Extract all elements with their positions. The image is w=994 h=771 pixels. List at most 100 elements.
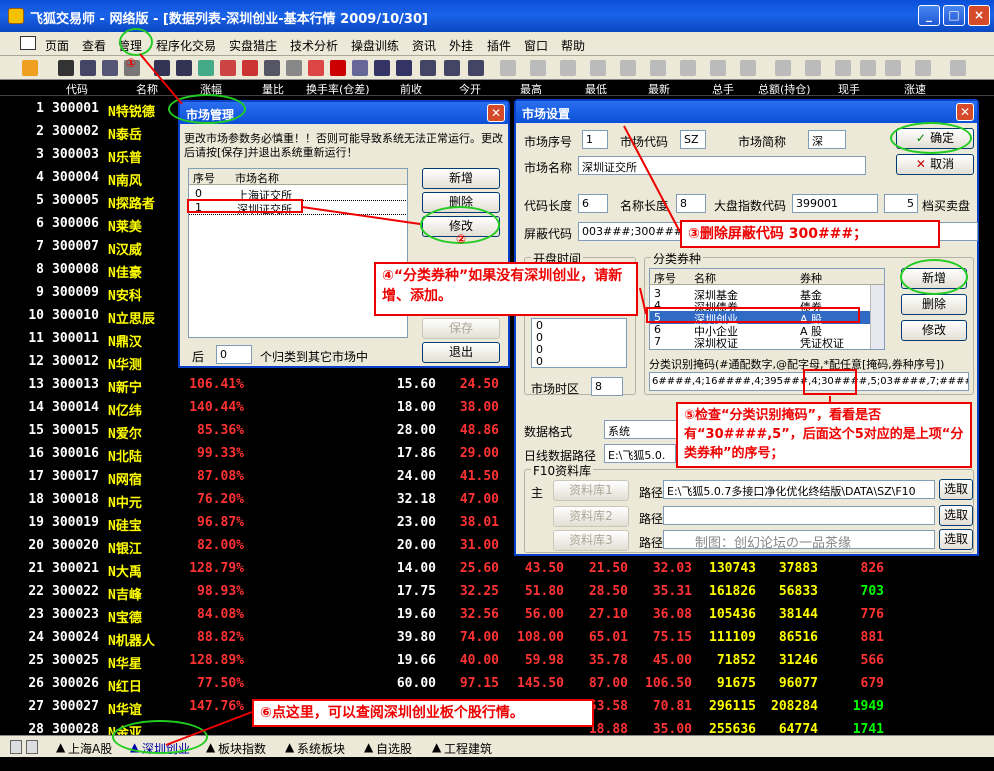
crosshair-icon[interactable] bbox=[102, 60, 118, 76]
market-management-close-button[interactable]: ✕ bbox=[487, 104, 505, 122]
fib-icon[interactable] bbox=[650, 60, 666, 76]
category-scrollbar[interactable] bbox=[870, 285, 884, 349]
tab-system-sector[interactable]: 系统板块 bbox=[297, 740, 345, 757]
menu-training[interactable]: 操盘训练 bbox=[351, 37, 399, 54]
hdr-cur-vol[interactable]: 现手 bbox=[838, 81, 860, 97]
exit-market-button[interactable]: 退出 bbox=[422, 342, 500, 363]
select-arrow-icon[interactable] bbox=[500, 60, 516, 76]
bell-icon[interactable] bbox=[330, 60, 346, 76]
hdr-vol-ratio[interactable]: 量比 bbox=[262, 81, 284, 97]
close-button[interactable]: × bbox=[968, 5, 990, 26]
library1-browse-button[interactable]: 选取 bbox=[939, 479, 973, 500]
rsi-icon[interactable] bbox=[58, 60, 74, 76]
undo-icon[interactable] bbox=[950, 60, 966, 76]
index-code-input[interactable]: 399001 bbox=[792, 194, 878, 213]
market-code-input[interactable]: SZ bbox=[680, 130, 706, 149]
hdr-speed[interactable]: 涨速 bbox=[904, 81, 926, 97]
layout2-icon[interactable] bbox=[396, 60, 412, 76]
save-icon[interactable] bbox=[915, 60, 931, 76]
menu-plugin-ext[interactable]: 外挂 bbox=[449, 37, 473, 54]
market-list-col-name[interactable]: 市场名称 bbox=[235, 170, 279, 186]
library1-button[interactable]: 资料库1 bbox=[553, 480, 629, 501]
hdr-total-vol[interactable]: 总手 bbox=[712, 81, 734, 97]
library3-browse-button[interactable]: 选取 bbox=[939, 529, 973, 550]
pen-icon[interactable] bbox=[352, 60, 368, 76]
minimize-button[interactable]: _ bbox=[918, 5, 940, 26]
category-col-name[interactable]: 名称 bbox=[694, 270, 716, 286]
open-icon[interactable] bbox=[22, 60, 38, 76]
menu-page[interactable]: 页面 bbox=[45, 37, 69, 54]
binoculars-icon[interactable] bbox=[154, 60, 170, 76]
delete-category-button[interactable]: 删除 bbox=[901, 294, 967, 315]
tag-icon[interactable] bbox=[860, 60, 876, 76]
library1-path-input[interactable]: E:\飞狐5.0.7多接口净化优化终结版\DATA\SZ\F10 bbox=[663, 480, 935, 499]
tab-watchlist[interactable]: 自选股 bbox=[376, 740, 412, 757]
maximize-button[interactable]: □ bbox=[943, 5, 965, 26]
table-row[interactable]: 22 300022 N吉峰 98.93% 17.75 32.25 51.80 28.50 35.… bbox=[0, 581, 994, 604]
hdr-high[interactable]: 最高 bbox=[520, 81, 542, 97]
library2-path-input[interactable] bbox=[663, 506, 935, 525]
rect-icon[interactable] bbox=[710, 60, 726, 76]
table-row[interactable]: 23 300023 N宝德 84.08% 19.60 32.56 56.00 27.10 36.… bbox=[0, 604, 994, 627]
add-market-button[interactable]: 新增 bbox=[422, 168, 500, 189]
scroll-right-icon[interactable] bbox=[26, 740, 38, 754]
menu-tech-analysis[interactable]: 技术分析 bbox=[290, 37, 338, 54]
market-settings-close-button[interactable]: ✕ bbox=[956, 103, 974, 121]
market-abbr-input[interactable]: 深 bbox=[808, 130, 846, 149]
table-row[interactable]: 24 300024 N机器人 88.82% 39.80 74.00 108.00 65.01 7… bbox=[0, 627, 994, 650]
table-row[interactable]: 26 300026 N红日 77.50% 60.00 97.15 145.50 87.00 10… bbox=[0, 673, 994, 696]
chart-icon[interactable] bbox=[198, 60, 214, 76]
hdr-name[interactable]: 名称 bbox=[136, 81, 158, 97]
filter-icon[interactable] bbox=[286, 60, 302, 76]
table-row[interactable]: 25 300025 N华星 128.89% 19.66 40.00 59.98 35.78 45… bbox=[0, 650, 994, 673]
dots-icon[interactable] bbox=[885, 60, 901, 76]
eraser-icon[interactable] bbox=[835, 60, 851, 76]
menu-help[interactable]: 帮助 bbox=[561, 37, 585, 54]
menu-news[interactable]: 资讯 bbox=[412, 37, 436, 54]
category-col-type[interactable]: 券种 bbox=[800, 270, 822, 286]
library2-browse-button[interactable]: 选取 bbox=[939, 505, 973, 526]
doc-icon[interactable] bbox=[20, 36, 36, 50]
hdr-open[interactable]: 今开 bbox=[459, 81, 481, 97]
menu-real-hunt[interactable]: 实盘猎庄 bbox=[229, 37, 277, 54]
list-item[interactable]: 7 深圳权证 凭证权证 bbox=[650, 335, 884, 349]
report-icon[interactable] bbox=[220, 60, 236, 76]
arrow-icon[interactable] bbox=[805, 60, 821, 76]
market-seq-input[interactable]: 1 bbox=[582, 130, 608, 149]
channel-icon[interactable] bbox=[590, 60, 606, 76]
category-col-seq[interactable]: 序号 bbox=[654, 270, 676, 286]
data-format-select[interactable]: 系统 bbox=[604, 420, 678, 439]
code-length-input[interactable]: 6 bbox=[578, 194, 608, 213]
edit-category-button[interactable]: 修改 bbox=[901, 320, 967, 341]
scroll-left-icon[interactable] bbox=[10, 740, 22, 754]
book-icon[interactable] bbox=[242, 60, 258, 76]
tab-shanghai-a[interactable]: 上海A股 bbox=[68, 740, 112, 757]
menu-program-trade[interactable]: 程序化交易 bbox=[156, 37, 216, 54]
text-icon[interactable] bbox=[775, 60, 791, 76]
daily-path-input[interactable]: E:\飞狐5.0. bbox=[604, 444, 676, 463]
hdr-turnover[interactable]: 换手率(仓差) bbox=[306, 81, 370, 97]
timezone-input[interactable]: 8 bbox=[591, 377, 623, 396]
hline-icon[interactable] bbox=[560, 60, 576, 76]
cube-icon[interactable] bbox=[264, 60, 280, 76]
library2-button[interactable]: 资料库2 bbox=[553, 506, 629, 527]
library3-button[interactable]: 资料库3 bbox=[553, 530, 629, 551]
glasses-icon[interactable] bbox=[176, 60, 192, 76]
ellipse-icon[interactable] bbox=[740, 60, 756, 76]
alarm-icon[interactable] bbox=[308, 60, 324, 76]
layout4-icon[interactable] bbox=[444, 60, 460, 76]
open-time-list[interactable]: 0 0 0 0 bbox=[531, 318, 627, 368]
menu-window[interactable]: 窗口 bbox=[524, 37, 548, 54]
tab-engineering[interactable]: 工程建筑 bbox=[444, 740, 492, 757]
market-name-input[interactable]: 深圳证交所 bbox=[578, 156, 866, 175]
layout3-icon[interactable] bbox=[420, 60, 436, 76]
hdr-last[interactable]: 最新 bbox=[648, 81, 670, 97]
market-list-col-seq[interactable]: 序号 bbox=[193, 170, 215, 186]
hdr-prev-close[interactable]: 前收 bbox=[400, 81, 422, 97]
layout1-icon[interactable] bbox=[374, 60, 390, 76]
layout5-icon[interactable] bbox=[468, 60, 484, 76]
hdr-low[interactable]: 最低 bbox=[585, 81, 607, 97]
fan-icon[interactable] bbox=[620, 60, 636, 76]
hdr-amount[interactable]: 总额(持仓) bbox=[758, 81, 811, 97]
hdr-code[interactable]: 代码 bbox=[66, 81, 88, 97]
